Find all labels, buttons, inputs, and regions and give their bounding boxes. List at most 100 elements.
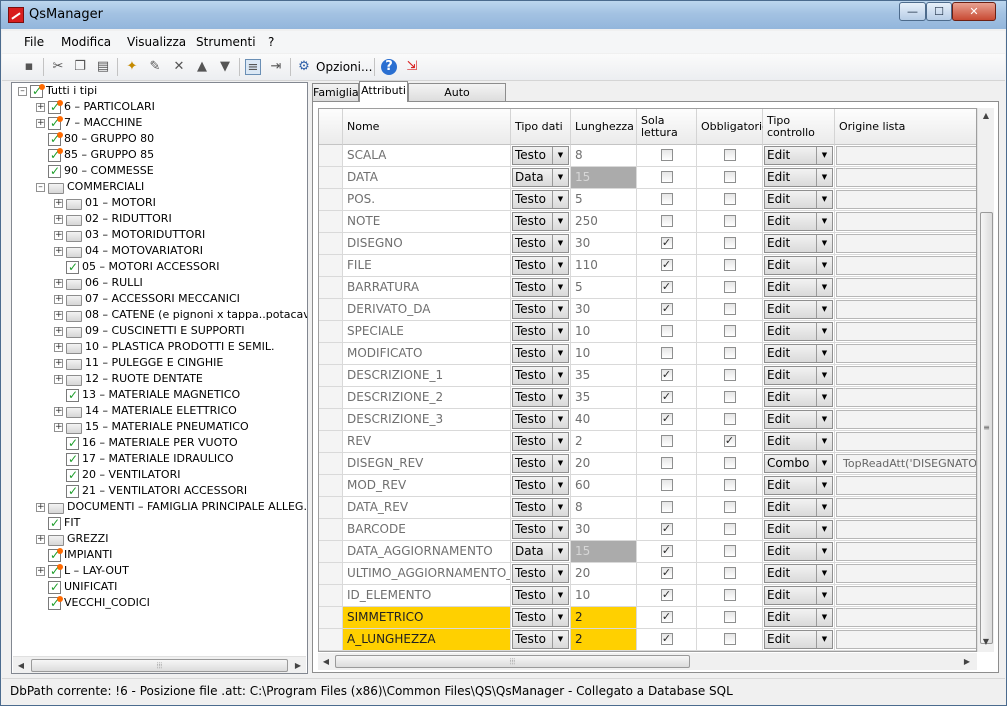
cell-nome[interactable]: A_LUNGHEZZA: [343, 629, 511, 651]
tab-attributi[interactable]: Attributi: [359, 81, 408, 102]
origine-lista-field[interactable]: [836, 498, 976, 517]
cell-tipo-controllo[interactable]: Edit ▼: [763, 519, 835, 541]
edit-icon[interactable]: ✎: [147, 59, 163, 75]
chevron-down-icon[interactable]: ▼: [552, 279, 568, 296]
sola-lettura-checkbox[interactable]: ✓: [660, 391, 673, 403]
cell-origine-lista[interactable]: [835, 387, 976, 409]
sola-lettura-checkbox[interactable]: ✓: [660, 523, 673, 535]
chevron-down-icon[interactable]: ▼: [816, 301, 832, 318]
cell-tipo-dati[interactable]: Testo ▼: [511, 145, 571, 167]
menu-visualizza[interactable]: Visualizza: [127, 35, 186, 49]
cell-tipo-dati[interactable]: Testo ▼: [511, 629, 571, 651]
cell-sola-lettura[interactable]: [637, 453, 697, 475]
cell-tipo-dati[interactable]: Testo ▼: [511, 475, 571, 497]
cell-sola-lettura[interactable]: ✓: [637, 585, 697, 607]
tipo-controllo-select[interactable]: Edit ▼: [764, 366, 833, 385]
cell-obbligatorio[interactable]: [697, 211, 763, 233]
indent-icon[interactable]: ⇥: [268, 59, 284, 75]
chevron-down-icon[interactable]: ▼: [816, 191, 832, 208]
tipo-controllo-select[interactable]: Edit ▼: [764, 344, 833, 363]
menu-help[interactable]: ?: [268, 35, 274, 49]
origine-lista-field[interactable]: TopReadAtt('DISEGNATOR: [836, 454, 976, 473]
cell-tipo-dati[interactable]: Testo ▼: [511, 585, 571, 607]
cell-tipo-controllo[interactable]: Edit ▼: [763, 145, 835, 167]
cell-origine-lista[interactable]: [835, 519, 976, 541]
cell-lunghezza[interactable]: 8: [571, 497, 637, 519]
tree-node[interactable]: 13 – MATERIALE MAGNETICO: [54, 387, 240, 403]
sort-list-icon[interactable]: ≡: [245, 59, 261, 75]
expand-icon[interactable]: +: [54, 214, 63, 224]
cell-nome[interactable]: DERIVATO_DA: [343, 299, 511, 321]
move-up-icon[interactable]: ▲: [194, 59, 210, 75]
menu-file[interactable]: File: [24, 35, 44, 49]
tree-node[interactable]: +04 – MOTOVARIATORI: [54, 243, 203, 259]
tipo-dati-select[interactable]: Testo ▼: [512, 432, 569, 451]
chevron-down-icon[interactable]: ▼: [816, 477, 832, 494]
tipo-dati-select[interactable]: Data ▼: [512, 542, 569, 561]
cell-sola-lettura[interactable]: ✓: [637, 277, 697, 299]
cell-tipo-dati[interactable]: Testo ▼: [511, 277, 571, 299]
cell-origine-lista[interactable]: [835, 563, 976, 585]
sola-lettura-checkbox[interactable]: [660, 347, 673, 359]
obbligatorio-checkbox[interactable]: [723, 633, 736, 645]
cell-origine-lista[interactable]: [835, 585, 976, 607]
cell-tipo-controllo[interactable]: Combo ▼: [763, 453, 835, 475]
scroll-left-icon[interactable]: ◀: [15, 660, 27, 671]
chevron-down-icon[interactable]: ▼: [552, 323, 568, 340]
column-header[interactable]: Sola lettura: [637, 109, 697, 145]
origine-lista-field[interactable]: [836, 146, 976, 165]
cell-sola-lettura[interactable]: [637, 189, 697, 211]
column-header[interactable]: Lunghezza: [571, 109, 637, 145]
paste-icon[interactable]: ▤: [95, 59, 111, 75]
title-bar[interactable]: QsManager — ☐ ✕: [1, 1, 1006, 29]
origine-lista-field[interactable]: [836, 366, 976, 385]
chevron-down-icon[interactable]: ▼: [816, 499, 832, 516]
chevron-down-icon[interactable]: ▼: [816, 235, 832, 252]
exit-icon[interactable]: ⇲: [404, 59, 420, 75]
chevron-down-icon[interactable]: ▼: [816, 213, 832, 230]
origine-lista-field[interactable]: [836, 256, 976, 275]
tipo-controllo-select[interactable]: Edit ▼: [764, 410, 833, 429]
obbligatorio-checkbox[interactable]: [723, 567, 736, 579]
chevron-down-icon[interactable]: ▼: [552, 565, 568, 582]
tipo-controllo-select[interactable]: Edit ▼: [764, 476, 833, 495]
chevron-down-icon[interactable]: ▼: [552, 169, 568, 186]
tree-node[interactable]: +11 – PULEGGE E CINGHIE: [54, 355, 223, 371]
cell-tipo-controllo[interactable]: Edit ▼: [763, 387, 835, 409]
cell-lunghezza[interactable]: 5: [571, 277, 637, 299]
chevron-down-icon[interactable]: ▼: [552, 587, 568, 604]
sola-lettura-checkbox[interactable]: ✓: [660, 303, 673, 315]
cell-origine-lista[interactable]: [835, 629, 976, 651]
cell-lunghezza[interactable]: 15: [571, 167, 637, 189]
tree-node[interactable]: + GREZZI: [36, 531, 108, 547]
chevron-down-icon[interactable]: ▼: [816, 631, 832, 648]
cell-lunghezza[interactable]: 20: [571, 453, 637, 475]
expand-icon[interactable]: +: [54, 230, 63, 240]
scroll-thumb[interactable]: ⦙⦙⦙: [335, 655, 690, 668]
tab-auto-composizione[interactable]: Auto composizione: [408, 83, 506, 117]
tree-node[interactable]: +08 – CATENE (e pignoni x tappa..potacav…: [54, 307, 307, 323]
tipo-controllo-select[interactable]: Edit ▼: [764, 256, 833, 275]
expand-icon[interactable]: +: [36, 102, 45, 112]
obbligatorio-checkbox[interactable]: [723, 347, 736, 359]
cell-sola-lettura[interactable]: ✓: [637, 255, 697, 277]
origine-lista-field[interactable]: [836, 388, 976, 407]
tipo-dati-select[interactable]: Testo ▼: [512, 586, 569, 605]
cell-sola-lettura[interactable]: [637, 497, 697, 519]
cell-lunghezza[interactable]: 10: [571, 585, 637, 607]
tab-famiglia[interactable]: Famiglia: [312, 83, 359, 102]
grid-vertical-scrollbar[interactable]: ▲ ≡ ▼: [977, 108, 994, 652]
tipo-controllo-select[interactable]: Edit ▼: [764, 586, 833, 605]
tree-node[interactable]: 80 – GRUPPO 80: [36, 131, 154, 147]
cell-sola-lettura[interactable]: ✓: [637, 233, 697, 255]
origine-lista-field[interactable]: [836, 542, 976, 561]
origine-lista-field[interactable]: [836, 630, 976, 649]
copy-icon[interactable]: ❐: [72, 59, 88, 75]
tipo-dati-select[interactable]: Testo ▼: [512, 454, 569, 473]
cell-sola-lettura[interactable]: ✓: [637, 563, 697, 585]
sola-lettura-checkbox[interactable]: [660, 457, 673, 469]
collapse-icon[interactable]: –: [36, 182, 45, 192]
cell-tipo-dati[interactable]: Testo ▼: [511, 453, 571, 475]
cell-obbligatorio[interactable]: ✓: [697, 431, 763, 453]
cell-obbligatorio[interactable]: [697, 343, 763, 365]
